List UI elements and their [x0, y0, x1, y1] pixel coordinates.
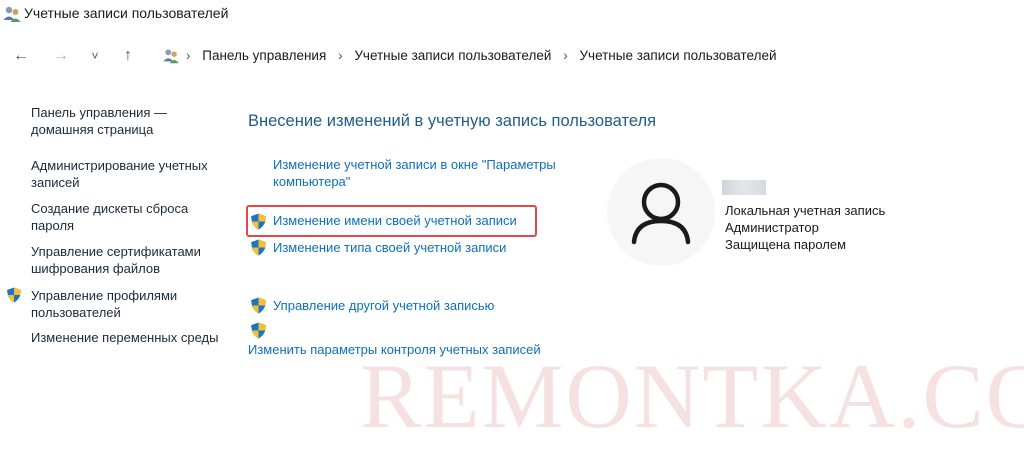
- account-name-redacted: [722, 180, 766, 195]
- forward-button[interactable]: →: [50, 45, 72, 67]
- title-bar: Учетные записи пользователей: [0, 0, 1024, 30]
- account-role: Администратор: [725, 220, 819, 235]
- breadcrumb-control-panel[interactable]: Панель управления: [202, 48, 326, 63]
- users-icon: [163, 49, 179, 64]
- breadcrumb: › Панель управления › Учетные записи пол…: [186, 48, 777, 63]
- watermark: REMONTKA.COM: [360, 345, 1024, 447]
- sidebar-item-manage-accounts[interactable]: Администрирование учетных записей: [31, 157, 221, 191]
- navigation-bar: ← → ˅ ↑ › Панель управления › Учетные за…: [0, 38, 1024, 72]
- change-account-in-settings-link[interactable]: Изменение учетной записи в окне "Парамет…: [273, 156, 556, 190]
- page-title: Внесение изменений в учетную запись поль…: [248, 112, 657, 130]
- uac-shield-icon: [7, 287, 21, 303]
- sidebar-item-environment-variables[interactable]: Изменение переменных среды: [31, 329, 221, 346]
- uac-shield-icon: [251, 322, 266, 339]
- breadcrumb-user-accounts[interactable]: Учетные записи пользователей: [354, 48, 551, 63]
- change-account-type-link[interactable]: Изменение типа своей учетной записи: [273, 239, 506, 256]
- up-button[interactable]: ↑: [117, 45, 139, 67]
- breadcrumb-separator: ›: [186, 48, 191, 63]
- uac-shield-icon: [251, 213, 266, 230]
- uac-settings-link[interactable]: Изменить параметры контроля учетных запи…: [248, 341, 541, 358]
- sidebar-item-encryption-certificates[interactable]: Управление сертификатами шифрования файл…: [31, 243, 221, 277]
- back-button[interactable]: ←: [10, 45, 32, 67]
- breadcrumb-separator: ›: [338, 48, 343, 63]
- breadcrumb-separator: ›: [563, 48, 568, 63]
- account-type-local: Локальная учетная запись: [725, 203, 886, 218]
- sidebar-item-control-panel-home[interactable]: Панель управления — домашняя страница: [31, 104, 221, 138]
- account-password-status: Защищена паролем: [725, 237, 847, 252]
- uac-shield-icon: [251, 239, 266, 256]
- window-title: Учетные записи пользователей: [24, 5, 229, 21]
- user-avatar-icon: [631, 182, 691, 245]
- change-account-name-link[interactable]: Изменение имени своей учетной записи: [273, 212, 517, 229]
- uac-shield-icon: [251, 297, 266, 314]
- recent-locations-button[interactable]: ˅: [84, 45, 106, 67]
- manage-another-account-link[interactable]: Управление другой учетной записью: [273, 297, 494, 314]
- sidebar-item-password-reset-disk[interactable]: Создание дискеты сброса пароля: [31, 200, 221, 234]
- link-line: компьютера": [273, 174, 351, 189]
- link-line: Изменение учетной записи в окне "Парамет…: [273, 157, 556, 172]
- sidebar-item-user-profiles[interactable]: Управление профилями пользователей: [31, 287, 221, 321]
- breadcrumb-user-accounts-current[interactable]: Учетные записи пользователей: [579, 48, 776, 63]
- avatar: [607, 158, 715, 266]
- users-icon: [3, 6, 21, 22]
